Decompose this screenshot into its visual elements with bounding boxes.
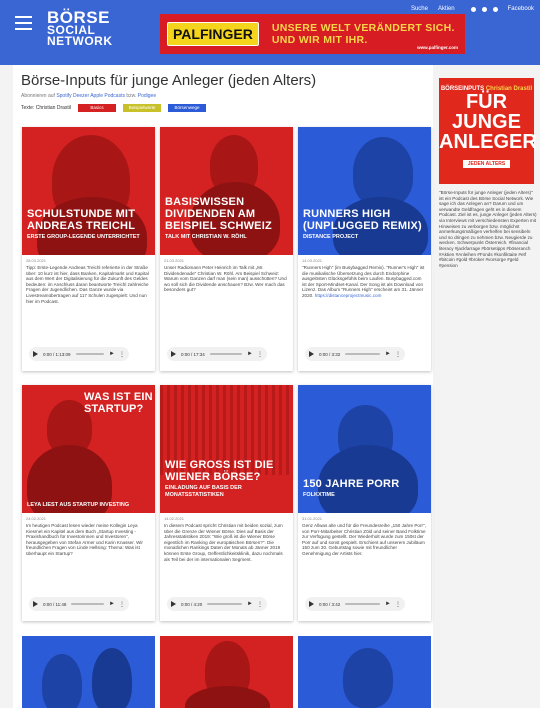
volume-icon[interactable]: ► — [247, 601, 253, 607]
subscribe-line: Abonnieren auf Spotify Deezer Apple Podc… — [21, 93, 157, 99]
episode-caption: SCHULSTUNDE MIT ANDREAS TREICHL ERSTE GRO… — [27, 208, 140, 240]
volume-icon[interactable]: ► — [385, 601, 391, 607]
volume-icon[interactable]: ► — [109, 351, 115, 357]
episode-card[interactable]: SCHULSTUNDE MIT ANDREAS TREICHL ERSTE GRO… — [22, 127, 155, 371]
episode-caption: RUNNERS HIGH (UNPLUGGED REMIX) DISTANCE P… — [303, 208, 422, 240]
audio-player[interactable]: 0:00 / 3:42 ► ⋮ — [305, 597, 405, 611]
tag-beispielwerte[interactable]: Beispielwerte — [123, 104, 162, 112]
ad-banner[interactable]: PALFINGER UNSERE WELT VERÄNDERT SICH. UN… — [160, 14, 465, 54]
seek-bar[interactable] — [345, 353, 381, 355]
episode-caption: 150 JAHRE PORR FOLKXTIME — [303, 478, 400, 498]
episode-card[interactable] — [298, 636, 431, 708]
audio-player[interactable]: 0:00 / 4:20 ► ⋮ — [167, 597, 267, 611]
episode-image: BASISWISSEN DIVIDENDEN AM BEISPIEL SCHWE… — [160, 127, 293, 255]
author-label: Texte: Christian Drastil — [21, 105, 72, 111]
episode-strip: LEYA LIEST AUS STARTUP INVESTING — [27, 502, 130, 508]
episode-caption: WAS IST EIN STARTUP? — [84, 391, 153, 415]
play-icon[interactable] — [309, 351, 314, 357]
episode-caption: WIE GROSS IST DIE WIENER BÖRSE? EINLADUNG… — [165, 459, 274, 498]
ad-brand: PALFINGER — [167, 22, 259, 46]
page-title: Börse-Inputs für junge Anleger (jeden Al… — [21, 72, 317, 89]
episode-image — [298, 636, 431, 708]
nav-search[interactable]: Suche — [411, 6, 428, 12]
episode-image: WAS IST EIN STARTUP? LEYA LIEST AUS STAR… — [22, 385, 155, 513]
subscribe-podigee[interactable]: Podigee — [138, 93, 156, 99]
episode-image: 150 JAHRE PORR FOLKXTIME — [298, 385, 431, 513]
podcast-cover[interactable]: BÖRSEINPUTS Christian Drastil FÜR JUNGE … — [439, 78, 537, 184]
episode-card[interactable]: WIE GROSS IST DIE WIENER BÖRSE? EINLADUNG… — [160, 385, 293, 621]
episode-card[interactable]: WAS IST EIN STARTUP? LEYA LIEST AUS STAR… — [22, 385, 155, 621]
play-icon[interactable] — [33, 601, 38, 607]
more-icon[interactable]: ⋮ — [257, 351, 263, 358]
episode-card[interactable]: 150 JAHRE PORR FOLKXTIME 31.01.2021 Genz … — [298, 385, 431, 621]
tag-basics[interactable]: Basics — [78, 104, 117, 112]
menu-icon[interactable] — [15, 16, 32, 30]
episode-image: SCHULSTUNDE MIT ANDREAS TREICHL ERSTE GRO… — [22, 127, 155, 255]
social-icon-1[interactable] — [470, 6, 476, 12]
episode-caption: BASISWISSEN DIVIDENDEN AM BEISPIEL SCHWE… — [165, 196, 272, 240]
social-icon-3[interactable] — [492, 6, 498, 12]
social-icon-2[interactable] — [481, 6, 487, 12]
seek-bar[interactable] — [75, 353, 105, 355]
episode-card[interactable]: BASISWISSEN DIVIDENDEN AM BEISPIEL SCHWE… — [160, 127, 293, 371]
volume-icon[interactable]: ► — [247, 351, 253, 357]
episode-image — [22, 636, 155, 708]
episode-card[interactable] — [22, 636, 155, 708]
tag-boersenwege[interactable]: Börsenwege — [168, 104, 207, 112]
volume-icon[interactable]: ► — [385, 351, 391, 357]
audio-player[interactable]: 0:00 / 3:32 ► ⋮ — [305, 347, 405, 361]
episode-image: WIE GROSS IST DIE WIENER BÖRSE? EINLADUNG… — [160, 385, 293, 513]
ad-slogan: UNSERE WELT VERÄNDERT SICH. UND WIR MIT … — [271, 22, 455, 46]
audio-player[interactable]: 0:00 / 17:34 ► ⋮ — [167, 347, 267, 361]
seek-bar[interactable] — [207, 603, 243, 605]
seek-bar[interactable] — [209, 353, 243, 355]
social-icons — [465, 6, 498, 12]
top-bar: BÖRSE SOCIAL NETWORK Suche Aktien Facebo… — [0, 0, 540, 65]
volume-icon[interactable]: ► — [109, 601, 115, 607]
play-icon[interactable] — [33, 351, 38, 357]
nav-stocks[interactable]: Aktien — [438, 6, 455, 12]
top-nav: Suche Aktien Facebook — [401, 4, 534, 14]
meta-row: Texte: Christian Drastil Basics Beispiel… — [21, 104, 207, 112]
play-icon[interactable] — [171, 601, 176, 607]
play-icon[interactable] — [171, 351, 176, 357]
site-logo[interactable]: BÖRSE SOCIAL NETWORK — [47, 9, 113, 47]
nav-facebook[interactable]: Facebook — [508, 6, 534, 12]
more-icon[interactable]: ⋮ — [395, 601, 401, 608]
play-icon[interactable] — [309, 601, 314, 607]
subscribe-links[interactable]: Spotify Deezer Apple Podcasts — [56, 93, 125, 99]
seek-bar[interactable] — [71, 603, 105, 605]
more-icon[interactable]: ⋮ — [257, 601, 263, 608]
more-icon[interactable]: ⋮ — [119, 351, 125, 358]
audio-player[interactable]: 0:00 / 11:48 ► ⋮ — [29, 597, 129, 611]
more-icon[interactable]: ⋮ — [119, 601, 125, 608]
episode-image: RUNNERS HIGH (UNPLUGGED REMIX) DISTANCE P… — [298, 127, 431, 255]
episode-card[interactable]: RUNNERS HIGH (UNPLUGGED REMIX) DISTANCE P… — [298, 127, 431, 371]
seek-bar[interactable] — [345, 603, 381, 605]
more-icon[interactable]: ⋮ — [395, 351, 401, 358]
podcast-description: "Börse-Inputs für junge Anleger (jeden A… — [439, 190, 537, 268]
audio-player[interactable]: 0:00 / 1:13:09 ► ⋮ — [29, 347, 129, 361]
episode-image — [160, 636, 293, 708]
episode-link[interactable]: https://distanceprojectmusic.com — [315, 293, 382, 298]
ad-url: www.palfinger.com — [417, 45, 458, 50]
episode-card[interactable] — [160, 636, 293, 708]
